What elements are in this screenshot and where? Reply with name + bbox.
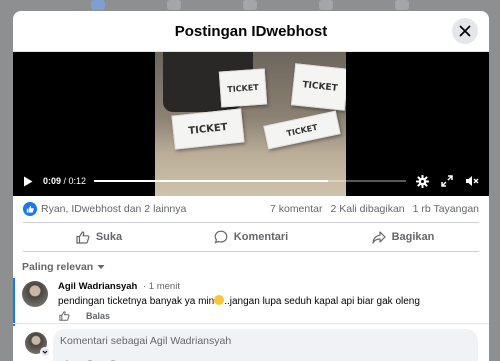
gaming-icon — [395, 0, 409, 10]
video-duration: 0:12 — [68, 176, 87, 186]
share-arrow-icon — [371, 230, 386, 244]
chevron-down-icon — [97, 265, 105, 269]
comment-input[interactable] — [60, 335, 460, 347]
post-actions: Suka Komentari Bagikan — [23, 222, 479, 252]
shares-count[interactable]: 2 Kali dibagikan — [331, 203, 405, 215]
video-progress-fill — [94, 180, 329, 182]
ticket-card: TICKET — [263, 110, 341, 150]
ticket-card: TICKET — [290, 63, 346, 111]
share-label: Bagikan — [391, 231, 435, 243]
video-current-time: 0:09 — [43, 176, 62, 186]
video-icon — [243, 0, 257, 10]
views-count: 1 rb Tayangan — [412, 203, 479, 215]
like-label: Suka — [95, 231, 123, 243]
modal-header: Postingan IDwebhost — [13, 11, 489, 52]
ticket-card: TICKET — [218, 68, 268, 108]
comment-author[interactable]: Agil Wadriansyah — [58, 281, 137, 292]
video-player[interactable]: TICKET TICKET TICKET TICKET 0:09 / 0:12 — [13, 52, 489, 196]
grin-emoji-icon — [214, 295, 225, 305]
account-switch-chevron[interactable] — [40, 347, 50, 357]
play-icon[interactable] — [23, 176, 33, 187]
comment-text: pendingan ticketnya banyak ya min ..janga… — [58, 295, 420, 307]
share-button[interactable]: Bagikan — [327, 223, 479, 251]
comment-item: Agil Wadriansyah · 1 menit pendingan tic… — [13, 278, 489, 326]
comment-label: Komentari — [233, 231, 289, 243]
sort-label: Paling relevan — [22, 261, 94, 273]
thumbs-up-icon — [76, 230, 90, 244]
chevron-down-icon — [42, 350, 48, 354]
comment-bubble-icon — [214, 230, 228, 244]
close-icon — [459, 25, 471, 37]
video-time: 0:09 / 0:12 — [43, 176, 87, 186]
post-stats: Ryan, IDwebhost dan 2 lainnya 7 komentar… — [13, 196, 489, 222]
comment-sort-dropdown[interactable]: Paling relevan — [13, 252, 489, 273]
mute-icon[interactable] — [465, 175, 479, 187]
ticket-card: TICKET — [171, 108, 245, 150]
comment-button[interactable]: Komentari — [175, 223, 327, 251]
comment-highlight-bar — [13, 278, 15, 326]
comment-like-icon[interactable] — [59, 311, 70, 321]
home-icon — [91, 0, 105, 10]
comment-time[interactable]: · 1 menit — [143, 281, 180, 292]
post-modal: Postingan IDwebhost TICKET TICKET TICKET… — [13, 11, 489, 361]
settings-gear-icon[interactable] — [416, 174, 429, 188]
comments-count[interactable]: 7 komentar — [270, 203, 323, 215]
comment-avatar[interactable] — [22, 281, 48, 307]
like-button[interactable]: Suka — [23, 223, 175, 251]
fullscreen-icon[interactable] — [441, 175, 453, 187]
like-reaction-icon[interactable] — [23, 202, 37, 216]
groups-icon — [319, 0, 333, 10]
comment-composer — [13, 323, 489, 361]
reply-button[interactable]: Balas — [86, 311, 110, 321]
reactors-text[interactable]: Ryan, IDwebhost dan 2 lainnya — [41, 203, 186, 215]
comment-box[interactable] — [53, 329, 478, 361]
modal-title: Postingan IDwebhost — [174, 22, 328, 40]
friends-icon — [167, 0, 181, 10]
comment-actions: Balas — [59, 311, 110, 321]
video-progress-bar[interactable] — [94, 180, 406, 182]
video-controls: 0:09 / 0:12 — [13, 166, 489, 196]
close-button[interactable] — [452, 18, 478, 44]
